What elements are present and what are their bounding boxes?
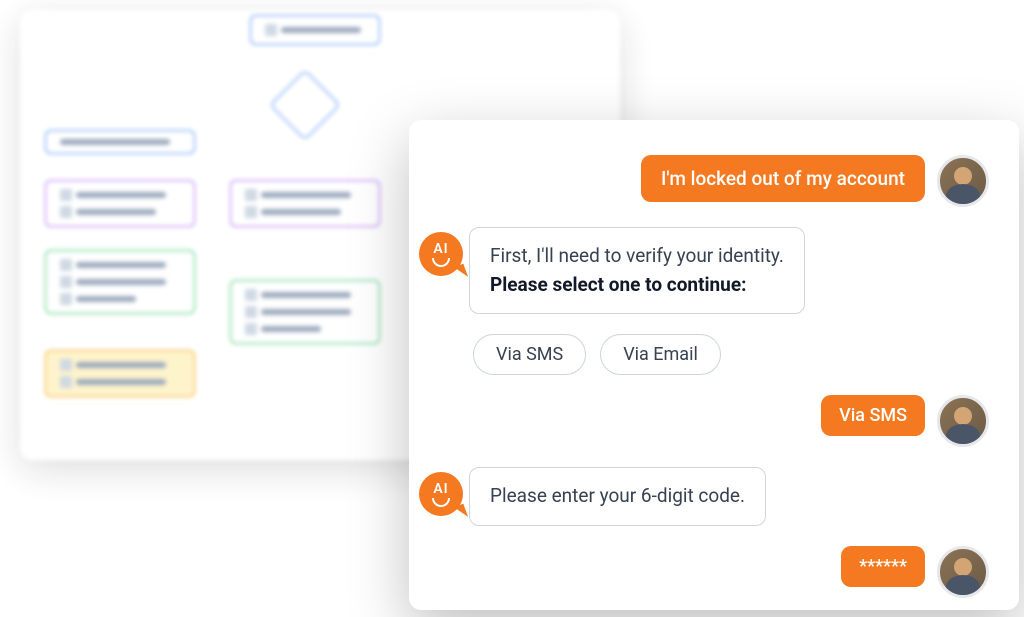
bot-avatar-label: AI [433,241,448,257]
flowchart-decision [270,70,341,141]
user-avatar [937,395,989,447]
option-sms-button[interactable]: Via SMS [473,334,586,375]
user-avatar [937,155,989,207]
chat-message-user: I'm locked out of my account [469,155,989,207]
bot-avatar: AI [419,232,463,276]
chat-panel: I'm locked out of my account AI First, I… [409,120,1019,610]
flowchart-node [45,130,195,154]
flowchart-node [230,180,380,227]
option-email-button[interactable]: Via Email [600,334,721,375]
flowchart-node [45,250,195,314]
quick-reply-row: Via SMS Via Email [469,334,989,375]
bot-text-line2: Please select one to continue: [490,273,746,296]
user-avatar [937,546,989,598]
flowchart-node [45,350,195,397]
bot-text-line1: First, I'll need to verify your identity… [490,244,784,267]
bot-bubble: Please enter your 6-digit code. [469,467,766,526]
chat-message-bot: AI Please enter your 6-digit code. [469,467,989,526]
bot-bubble: First, I'll need to verify your identity… [469,227,805,314]
bot-avatar-label: AI [433,481,448,497]
chat-message-user: ****** [469,546,989,598]
flowchart-node [45,180,195,227]
chat-message-user: Via SMS [469,395,989,447]
flowchart-node [250,15,380,45]
user-bubble: Via SMS [821,395,925,436]
user-bubble-code: ****** [841,546,925,587]
flowchart-node [230,280,380,344]
bot-avatar: AI [419,472,463,516]
chat-message-bot: AI First, I'll need to verify your ident… [469,227,989,314]
user-bubble: I'm locked out of my account [641,155,925,202]
